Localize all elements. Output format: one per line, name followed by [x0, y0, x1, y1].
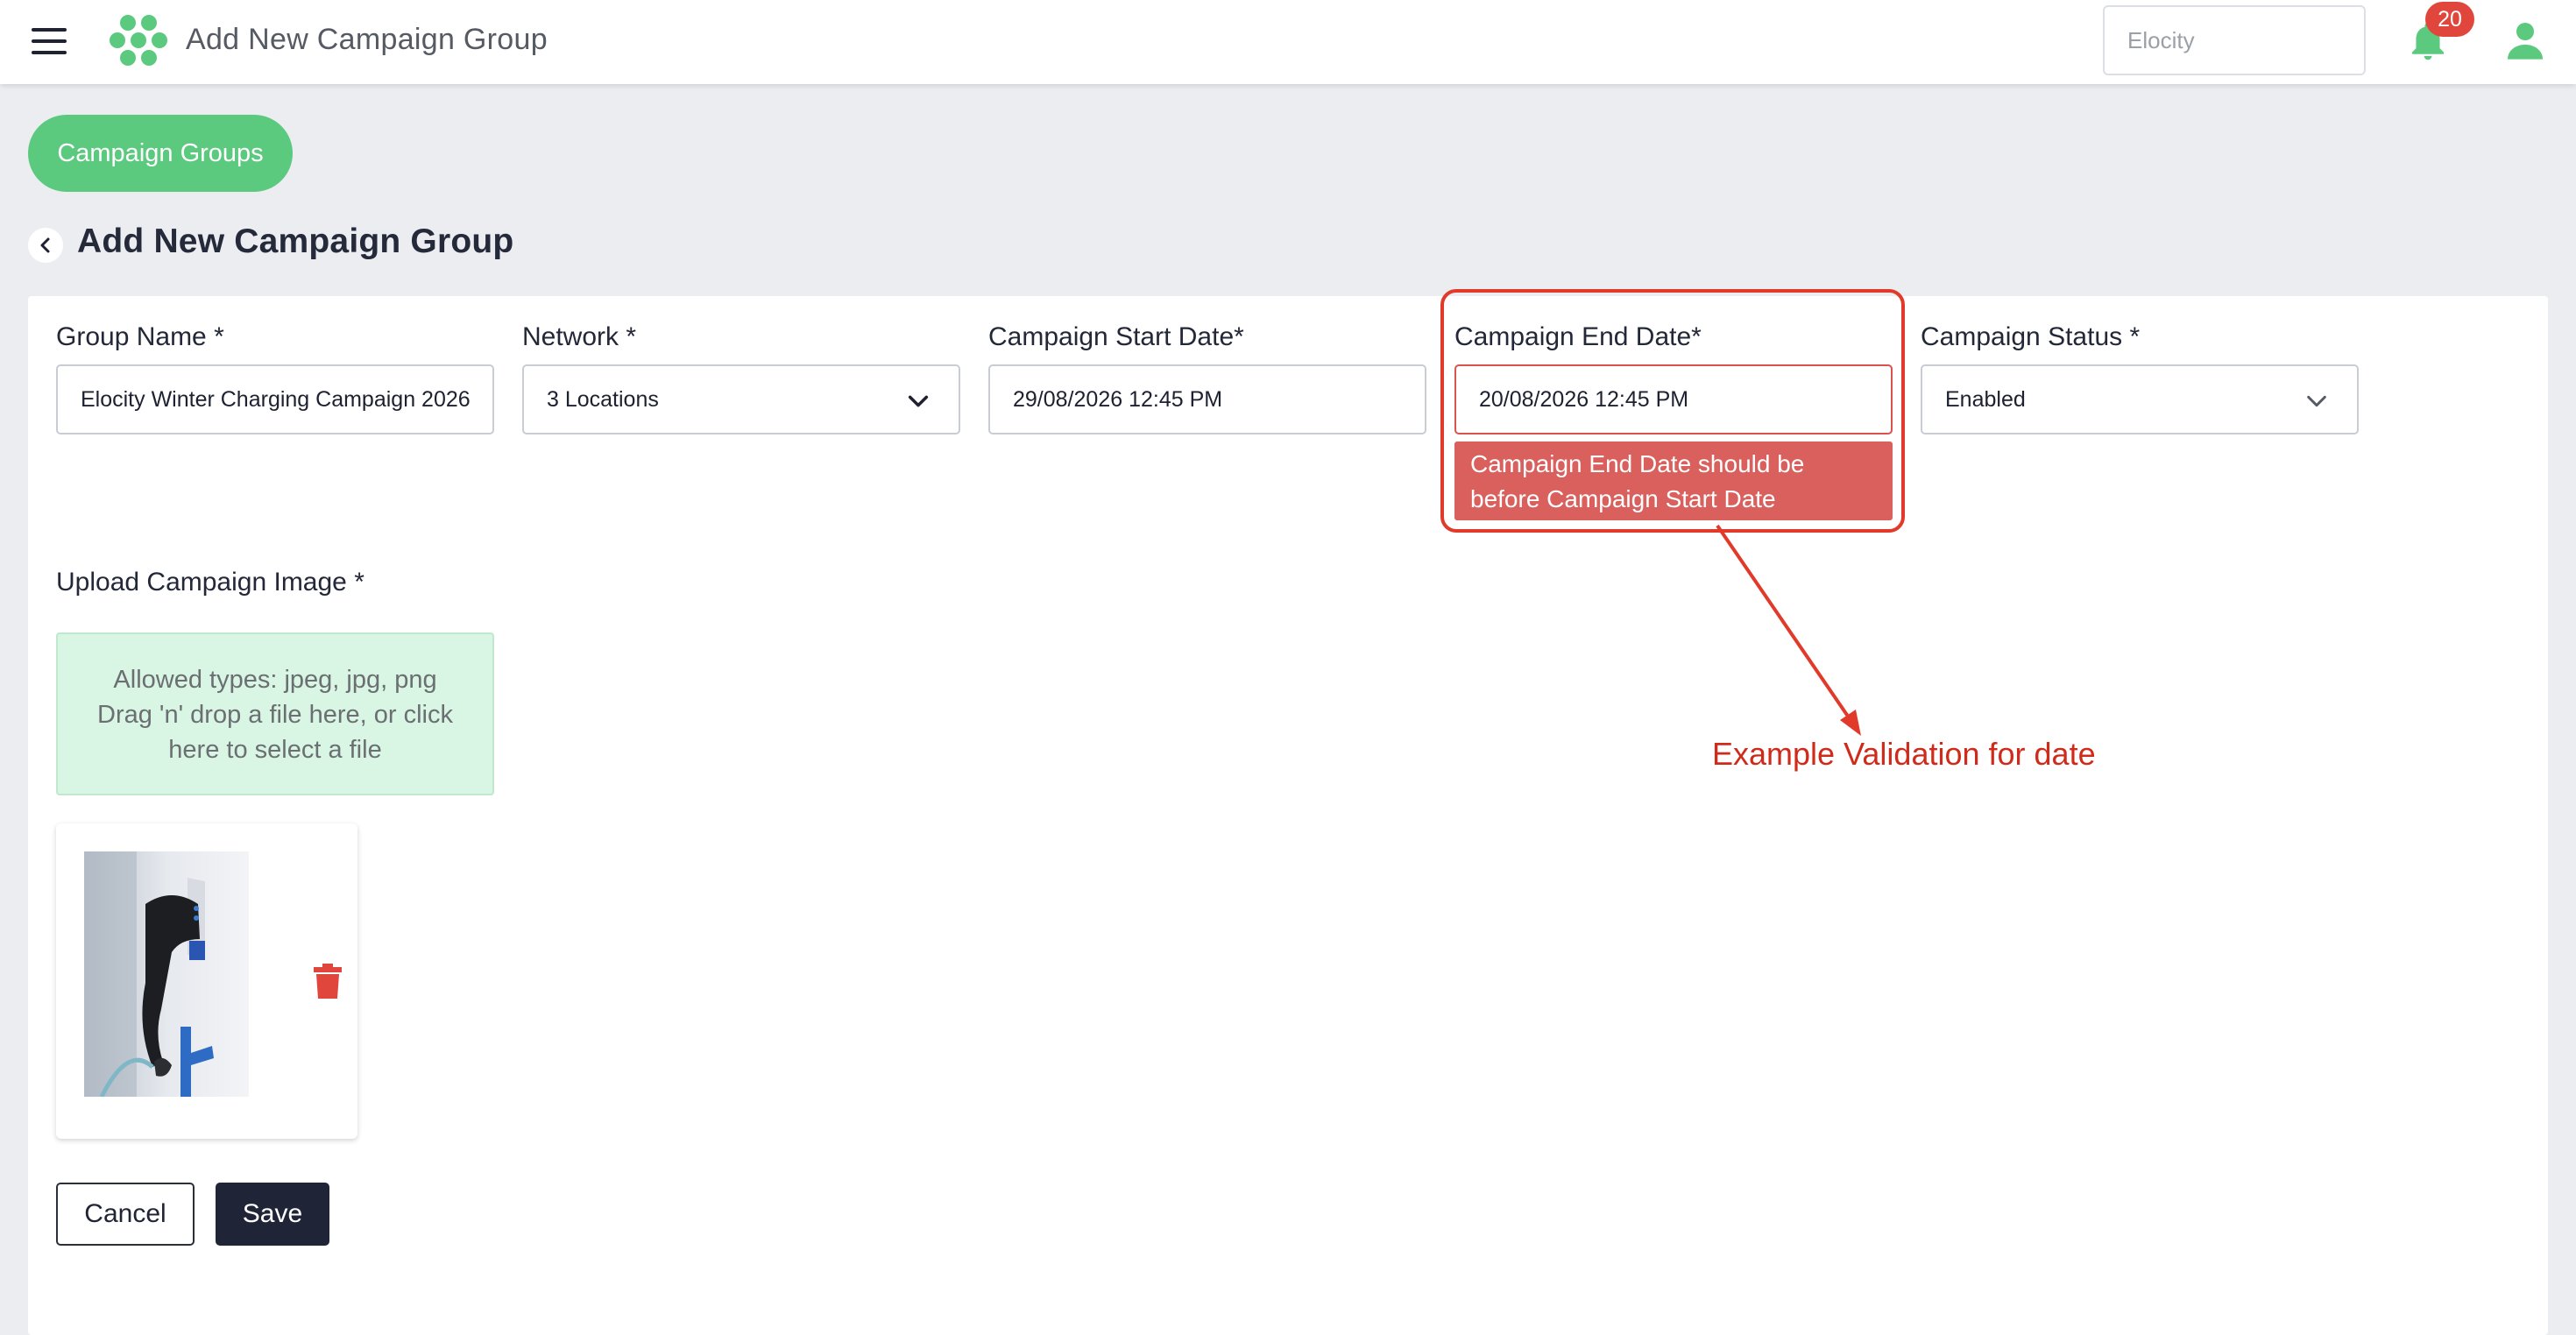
user-icon[interactable] [2508, 21, 2543, 60]
annotation-text: Example Validation for date [1712, 736, 2096, 772]
chevron-left-icon [40, 237, 50, 253]
dropzone-line-3: here to select a file [168, 736, 382, 764]
dropzone-line-2: Drag 'n' drop a file here, or click [97, 701, 453, 729]
cancel-button[interactable]: Cancel [56, 1183, 195, 1246]
annotation-arrow [1716, 524, 1861, 736]
back-button[interactable] [28, 228, 63, 263]
network-value: 3 Locations [547, 386, 659, 412]
save-button[interactable]: Save [216, 1183, 329, 1246]
app-title: Add New Campaign Group [186, 23, 548, 56]
image-preview-card [56, 823, 357, 1139]
image-dropzone[interactable]: Allowed types: jpeg, jpg, png Drag 'n' d… [56, 632, 494, 795]
status-select[interactable]: Enabled [1921, 364, 2359, 434]
start-date-label: Campaign Start Date* [988, 322, 1244, 351]
page-title: Add New Campaign Group [77, 222, 514, 260]
form-card [28, 296, 2548, 1335]
chevron-down-icon [2307, 395, 2326, 407]
status-value: Enabled [1945, 386, 2026, 412]
campaign-groups-button[interactable]: Campaign Groups [28, 115, 293, 192]
network-label: Network * [522, 322, 637, 351]
start-date-input[interactable] [988, 364, 1426, 434]
network-select[interactable]: 3 Locations [522, 364, 960, 434]
annotation-highlight-box [1440, 289, 1905, 533]
group-name-label: Group Name * [56, 322, 224, 351]
delete-icon[interactable] [314, 964, 342, 999]
uploaded-image-thumbnail [84, 851, 249, 1097]
group-name-input[interactable] [56, 364, 494, 434]
tenant-input[interactable] [2103, 5, 2366, 75]
top-bar: Add New Campaign Group 20 [0, 0, 2576, 84]
dropzone-line-1: Allowed types: jpeg, jpg, png [113, 666, 437, 694]
status-label: Campaign Status * [1921, 322, 2141, 351]
chevron-down-icon [908, 395, 929, 407]
logo-icon [110, 15, 167, 66]
menu-icon[interactable] [32, 28, 67, 56]
notification-badge: 20 [2425, 2, 2474, 37]
upload-label: Upload Campaign Image * [56, 568, 364, 597]
